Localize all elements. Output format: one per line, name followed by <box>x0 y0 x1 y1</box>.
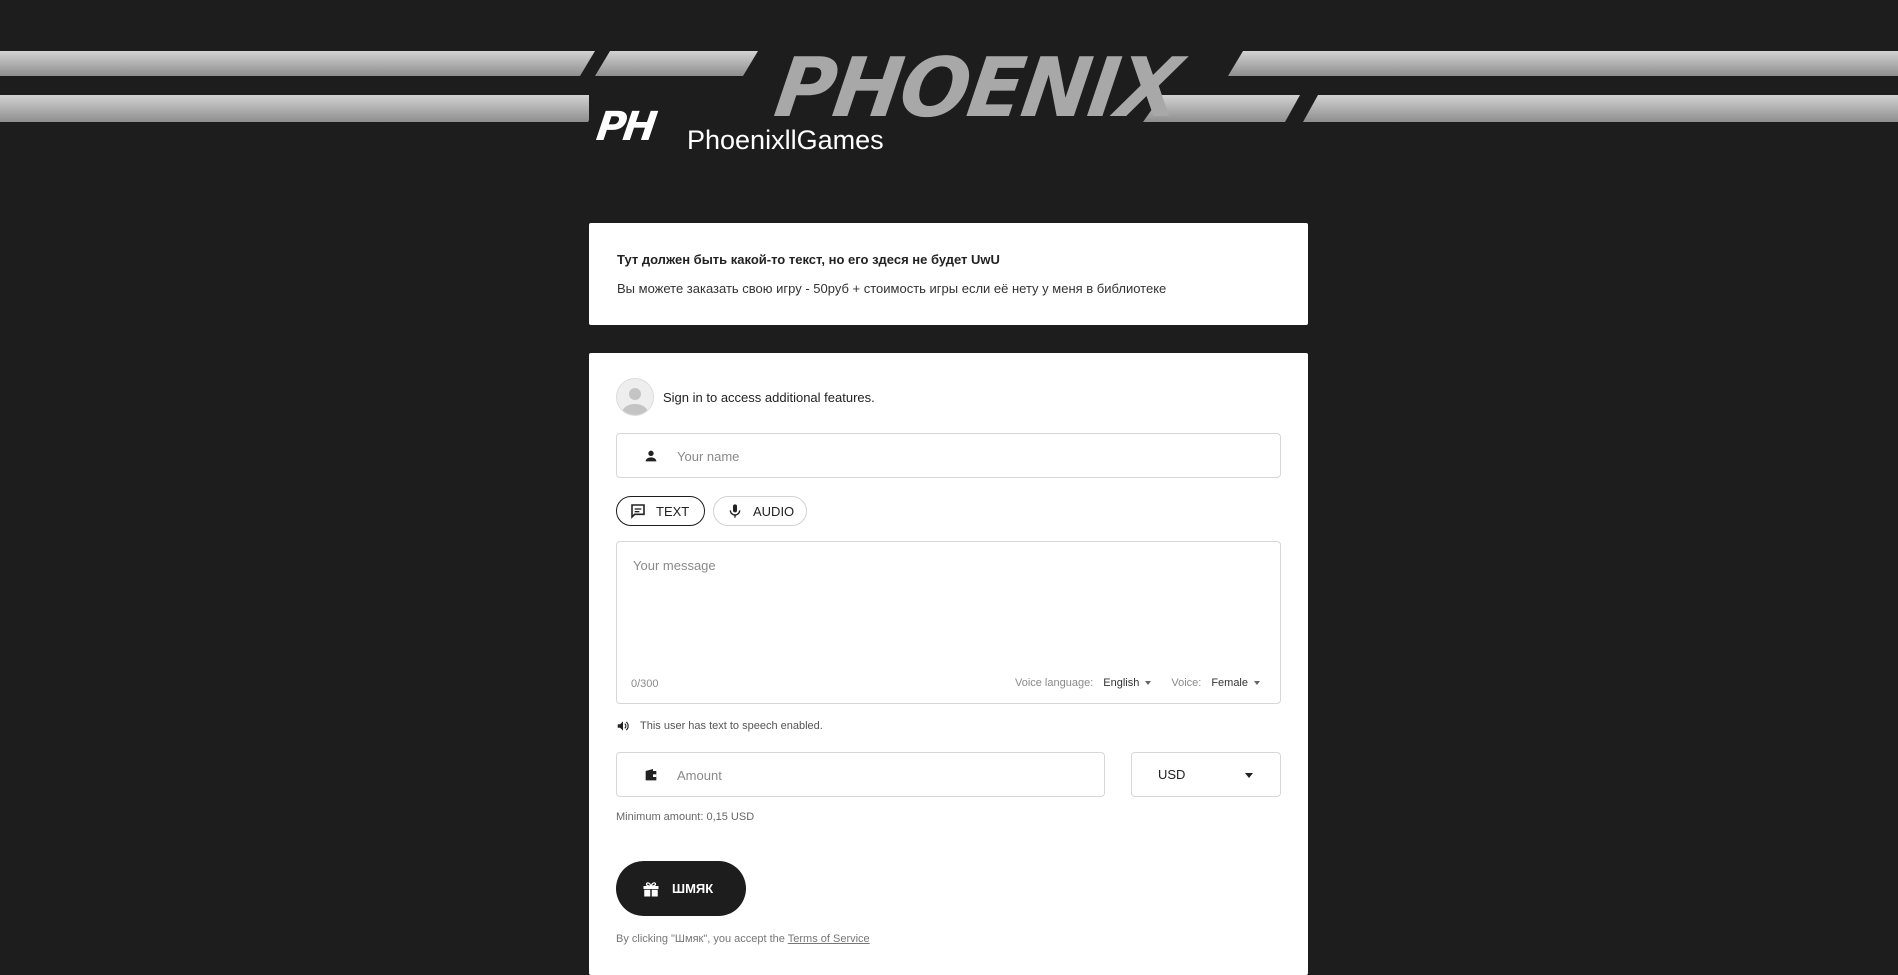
info-description: Вы можете заказать свою игру - 50руб + с… <box>617 281 1167 296</box>
caret-down-icon <box>1245 773 1253 778</box>
avatar-logo-text: PH <box>593 104 658 150</box>
terms-of-service-link[interactable]: Terms of Service <box>788 933 870 945</box>
caret-down-icon <box>1254 681 1260 685</box>
mode-audio-label: AUDIO <box>753 503 795 519</box>
minimum-amount: Minimum amount: 0,15 USD <box>616 811 755 823</box>
voice-value: Female <box>1211 677 1248 689</box>
name-field <box>616 433 1281 479</box>
header-banner: PHOENIX PH PhoenixllGames <box>0 0 1898 200</box>
donate-button[interactable]: ШМЯК <box>616 861 746 916</box>
speaker-icon <box>617 721 629 731</box>
chat-icon <box>631 504 645 519</box>
donation-form-card: Sign in to access additional features. T… <box>589 353 1308 975</box>
channel-avatar: PH <box>589 93 662 161</box>
mode-text-label: TEXT <box>656 503 690 519</box>
signin-rest-text: to access additional features. <box>702 389 875 405</box>
person-icon <box>645 450 657 461</box>
currency-select[interactable]: USD <box>1131 752 1281 797</box>
name-input[interactable] <box>675 434 1272 479</box>
mode-text-button[interactable]: TEXT <box>616 496 705 526</box>
wallet-icon <box>645 768 657 780</box>
phoenix-logo: PHOENIX <box>769 41 1186 136</box>
terms-notice: By clicking "Шмяк", you accept the Terms… <box>616 933 870 945</box>
voice-language-value: English <box>1103 677 1140 689</box>
amount-field <box>616 752 1105 798</box>
terms-prefix: By clicking "Шмяк", you accept the <box>616 933 788 945</box>
message-field: 0/300 Voice language: English Voice: Fem… <box>616 541 1281 704</box>
signin-link[interactable]: Sign in <box>663 390 703 405</box>
channel-name: PhoenixllGames <box>687 125 884 155</box>
currency-value: USD <box>1158 767 1186 782</box>
signin-row: Sign in to access additional features. <box>616 378 875 416</box>
gift-icon <box>643 881 659 896</box>
amount-input[interactable] <box>675 753 1096 798</box>
signin-text: Sign in to access additional features. <box>663 390 875 405</box>
user-avatar-icon[interactable] <box>616 378 654 416</box>
voice-language-label: Voice language: <box>1014 677 1094 689</box>
message-textarea[interactable] <box>631 556 1265 660</box>
tts-notice: This user has text to speech enabled. <box>616 719 823 733</box>
voice-language-select[interactable]: English <box>1103 677 1152 689</box>
voice-label: Voice: <box>1171 677 1202 689</box>
voice-settings: Voice language: English Voice: Female <box>1015 677 1260 689</box>
donate-label: ШМЯК <box>672 881 714 896</box>
character-counter: 0/300 <box>631 678 659 690</box>
voice-select[interactable]: Female <box>1211 677 1260 689</box>
caret-down-icon <box>1145 681 1152 685</box>
mode-audio-button[interactable]: AUDIO <box>713 496 807 526</box>
info-card: Тут должен быть какой-то текст, но его з… <box>589 223 1308 325</box>
info-title: Тут должен быть какой-то текст, но его з… <box>617 252 1000 267</box>
tts-notice-text: This user has text to speech enabled. <box>640 720 823 732</box>
microphone-icon <box>729 504 741 518</box>
